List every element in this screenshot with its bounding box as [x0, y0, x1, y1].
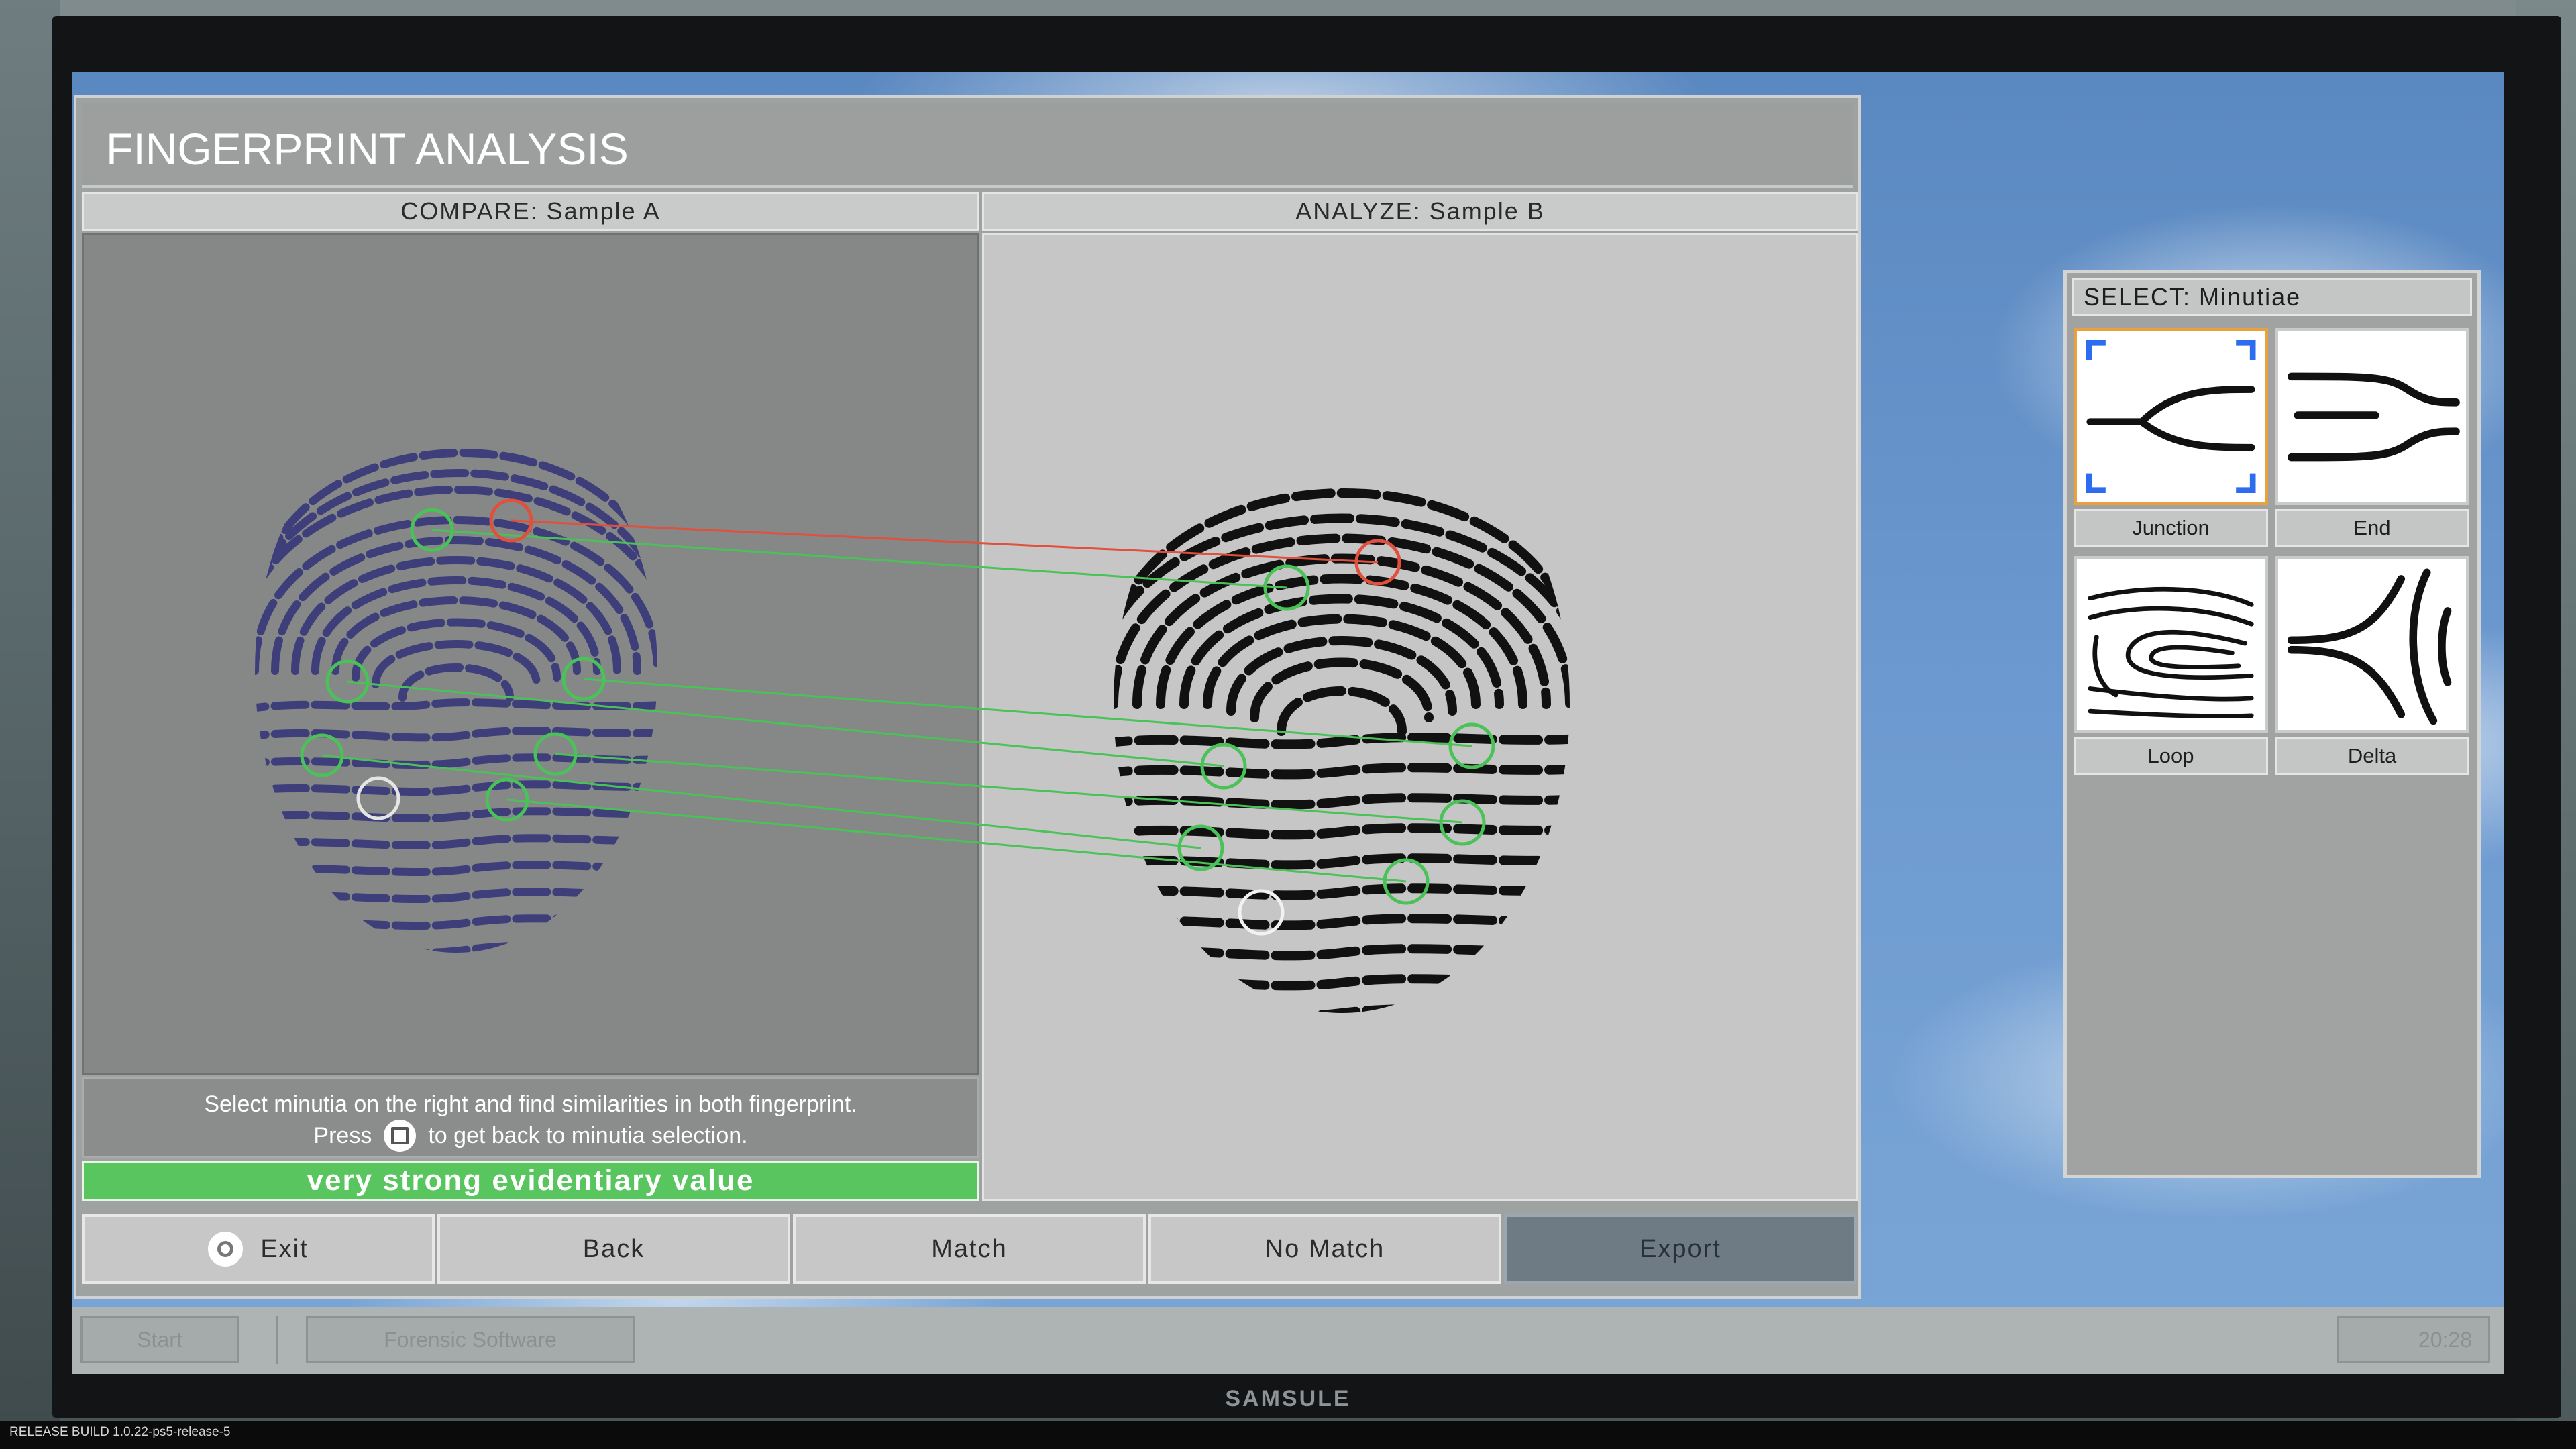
circle-button-icon	[208, 1232, 244, 1267]
minutia-loop-label[interactable]: Loop	[2074, 737, 2268, 775]
sample-a-viewport	[82, 233, 979, 1075]
forensic-software-label: Forensic Software	[384, 1327, 557, 1352]
evidentiary-value-bar: very strong evidentiary value	[82, 1161, 979, 1201]
window-title: FINGERPRINT ANALYSIS	[106, 124, 629, 174]
taskbar-divider	[276, 1316, 278, 1364]
taskbar-forensic-software[interactable]: Forensic Software	[306, 1316, 635, 1363]
square-button-icon	[384, 1120, 417, 1152]
minutiae-panel-title: SELECT: Minutiae	[2084, 283, 2302, 311]
room-background-left	[0, 0, 60, 1449]
exit-label: Exit	[260, 1234, 309, 1263]
export-label: Export	[1640, 1234, 1721, 1263]
loop-icon	[2088, 586, 2254, 719]
no-match-label: No Match	[1265, 1234, 1385, 1263]
build-info-bar	[0, 1421, 2576, 1449]
monitor-brand-logo: SAMSULE	[1225, 1386, 1351, 1411]
instruction-line-1: Select minutia on the right and find sim…	[204, 1091, 857, 1117]
back-label: Back	[582, 1234, 645, 1263]
sample-b-viewport[interactable]	[982, 233, 1858, 1201]
end-label-text: End	[2353, 516, 2391, 539]
delta-label-text: Delta	[2347, 744, 2397, 767]
evidentiary-value-text: very strong evidentiary value	[307, 1164, 755, 1197]
back-button[interactable]: Back	[437, 1214, 790, 1284]
window-title-bar: FINGERPRINT ANALYSIS	[82, 103, 1853, 188]
instruction-line-2: Press to get back to minutia selection.	[84, 1120, 977, 1152]
ridge-end-icon	[2287, 372, 2460, 462]
start-button[interactable]: Start	[80, 1316, 239, 1363]
build-info: RELEASE BUILD 1.0.22-ps5-release-5	[9, 1425, 231, 1439]
instruction-press: Press	[313, 1122, 372, 1148]
export-button[interactable]: Export	[1504, 1214, 1857, 1284]
junction-label-text: Junction	[2132, 516, 2210, 539]
minutia-delta-tile[interactable]	[2275, 556, 2469, 733]
action-bar: Exit Back Match No Match Export	[82, 1214, 1858, 1289]
minutia-loop-tile[interactable]	[2074, 556, 2268, 733]
minutia-junction-label[interactable]: Junction	[2074, 509, 2268, 547]
instructions-box: Select minutia on the right and find sim…	[82, 1077, 979, 1158]
minutia-junction-tile[interactable]	[2074, 328, 2268, 505]
minutia-delta-label[interactable]: Delta	[2275, 737, 2469, 775]
match-label: Match	[931, 1234, 1008, 1263]
analyze-panel-title: ANALYZE: Sample B	[1295, 197, 1545, 225]
junction-icon	[2086, 339, 2256, 494]
start-label: Start	[137, 1327, 182, 1352]
minutiae-selection-panel: SELECT: Minutiae Junction End Loop Delta	[2063, 270, 2481, 1178]
clock-text: 20:28	[2418, 1327, 2472, 1352]
minutia-end-tile[interactable]	[2275, 328, 2469, 505]
delta-icon	[2287, 568, 2452, 725]
analyze-panel-header: ANALYZE: Sample B	[982, 192, 1858, 231]
instruction-rest: to get back to minutia selection.	[428, 1122, 748, 1148]
minutia-end-label[interactable]: End	[2275, 509, 2469, 547]
taskbar-clock: 20:28	[2337, 1316, 2490, 1363]
no-match-button[interactable]: No Match	[1148, 1214, 1501, 1284]
minutiae-panel-header: SELECT: Minutiae	[2072, 278, 2472, 316]
compare-panel-header: COMPARE: Sample A	[82, 192, 979, 231]
compare-panel-title: COMPARE: Sample A	[400, 197, 661, 225]
match-button[interactable]: Match	[793, 1214, 1146, 1284]
fingerprint-analysis-window: FINGERPRINT ANALYSIS COMPARE: Sample A A…	[74, 95, 1861, 1299]
loop-label-text: Loop	[2147, 744, 2194, 767]
exit-button[interactable]: Exit	[82, 1214, 435, 1284]
